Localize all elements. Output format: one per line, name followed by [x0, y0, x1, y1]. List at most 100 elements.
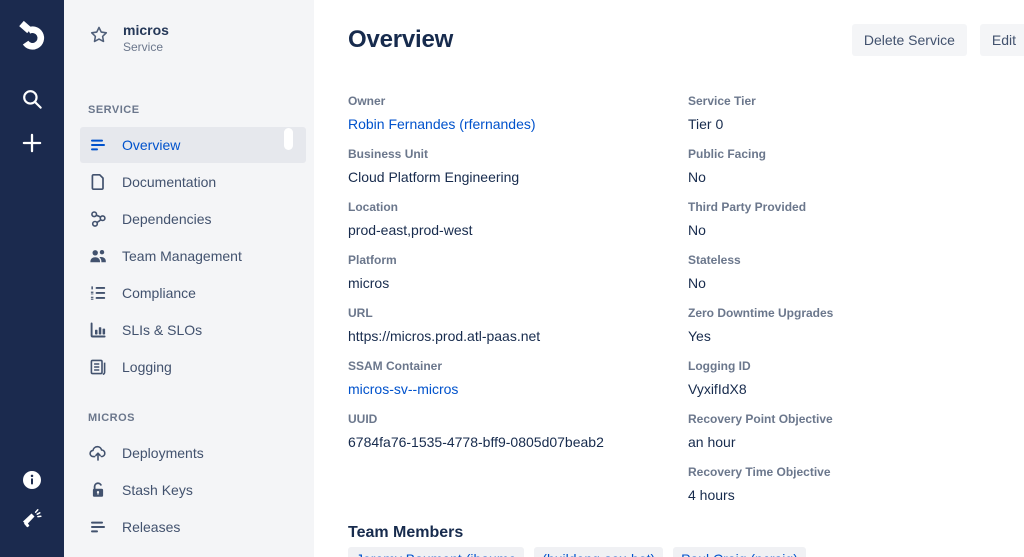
field-service-tier: Service Tier Tier 0 [688, 94, 1024, 134]
sidebar-item-releases[interactable]: Releases [80, 509, 306, 545]
field-third-party-provided: Third Party Provided No [688, 200, 1024, 240]
edit-button[interactable]: Edit [980, 24, 1024, 56]
favorite-star-icon[interactable] [88, 24, 110, 46]
field-label: Platform [348, 253, 688, 268]
team-members-list: Jeremy Baument (jbaume (buildeng-sox-bot… [348, 547, 1024, 557]
field-label: URL [348, 306, 688, 321]
details-column-right: Service Tier Tier 0 Public Facing No Thi… [688, 94, 1024, 518]
team-member-chip[interactable]: Paul Craig (pcraig) [673, 547, 806, 557]
sidebar-item-stash-keys[interactable]: Stash Keys [80, 472, 306, 508]
field-value: Tier 0 [688, 114, 1024, 134]
service-subtitle: Service [123, 40, 169, 55]
field-value: micros [348, 273, 688, 293]
sidebar-item-label: Documentation [122, 174, 216, 190]
field-recovery-point-objective: Recovery Point Objective an hour [688, 412, 1024, 452]
sidebar-item-deployments[interactable]: Deployments [80, 435, 306, 471]
field-logging-id: Logging ID VyxifIdX8 [688, 359, 1024, 399]
field-label: Service Tier [688, 94, 1024, 109]
linked-nodes-icon [88, 209, 108, 229]
field-ssam-container: SSAM Container micros-sv--micros [348, 359, 688, 399]
field-label: Owner [348, 94, 688, 109]
sidebar-item-label: Team Management [122, 248, 242, 264]
field-label: Stateless [688, 253, 1024, 268]
field-value: No [688, 167, 1024, 187]
field-value: No [688, 273, 1024, 293]
field-business-unit: Business Unit Cloud Platform Engineering [348, 147, 688, 187]
people-group-icon [88, 246, 108, 266]
page-title: Overview [348, 26, 453, 54]
field-value: https://micros.prod.atl-paas.net [348, 326, 688, 346]
section-heading: MICROS [64, 411, 314, 425]
padlock-icon [88, 480, 108, 500]
sidebar-item-team-management[interactable]: Team Management [80, 238, 306, 274]
team-members-section: Team Members Jeremy Baument (jbaume (bui… [348, 523, 1024, 557]
sidebar-item-label: Stash Keys [122, 482, 193, 498]
details-column-left: Owner Robin Fernandes (rfernandes) Busin… [348, 94, 688, 518]
field-value: prod-east,prod-west [348, 220, 688, 240]
field-stateless: Stateless No [688, 253, 1024, 293]
field-label: Third Party Provided [688, 200, 1024, 215]
sidebar-item-compliance[interactable]: Compliance [80, 275, 306, 311]
field-label: UUID [348, 412, 688, 427]
field-public-facing: Public Facing No [688, 147, 1024, 187]
field-url: URL https://micros.prod.atl-paas.net [348, 306, 688, 346]
field-platform: Platform micros [348, 253, 688, 293]
sidebar-item-label: Deployments [122, 445, 204, 461]
ordered-list-icon [88, 283, 108, 303]
overview-page: Overview Delete Service Edit Owner Robin… [314, 0, 1024, 557]
field-owner: Owner Robin Fernandes (rfernandes) [348, 94, 688, 134]
global-navigation-rail [0, 0, 64, 557]
log-document-icon [88, 357, 108, 377]
sidebar-item-label: Overview [122, 137, 180, 153]
sidebar-item-label: Logging [122, 359, 172, 375]
field-label: SSAM Container [348, 359, 688, 374]
create-plus-icon[interactable] [19, 130, 45, 156]
field-label: Recovery Point Objective [688, 412, 1024, 427]
sidebar-item-dependencies[interactable]: Dependencies [80, 201, 306, 237]
field-value: Yes [688, 326, 1024, 346]
ssam-container-link[interactable]: micros-sv--micros [348, 379, 458, 399]
release-lines-icon [88, 517, 108, 537]
sidebar-item-documentation[interactable]: Documentation [80, 164, 306, 200]
sidebar-section-micros: MICROS Deployments Stash Keys [64, 411, 314, 545]
field-label: Business Unit [348, 147, 688, 162]
field-label: Recovery Time Objective [688, 465, 1024, 480]
field-label: Logging ID [688, 359, 1024, 374]
field-location: Location prod-east,prod-west [348, 200, 688, 240]
overview-lines-icon [88, 135, 108, 155]
field-uuid: UUID 6784fa76-1535-4778-bff9-0805d07beab… [348, 412, 688, 452]
field-value: Cloud Platform Engineering [348, 167, 688, 187]
page-actions: Delete Service Edit [852, 24, 1024, 56]
app-logo-icon[interactable] [14, 18, 50, 54]
info-icon[interactable] [22, 470, 42, 490]
field-value: 4 hours [688, 485, 1024, 505]
team-members-heading: Team Members [348, 523, 1024, 543]
sidebar-item-label: SLIs & SLOs [122, 322, 202, 338]
field-value: 6784fa76-1535-4778-bff9-0805d07beab2 [348, 432, 688, 452]
field-value: an hour [688, 432, 1024, 452]
field-value: No [688, 220, 1024, 240]
field-label: Location [348, 200, 688, 215]
delete-service-button[interactable]: Delete Service [852, 24, 967, 56]
page-header: Overview Delete Service Edit [348, 24, 1024, 56]
field-recovery-time-objective: Recovery Time Objective 4 hours [688, 465, 1024, 505]
sidebar-item-overview[interactable]: Overview [80, 127, 306, 163]
field-zero-downtime-upgrades: Zero Downtime Upgrades Yes [688, 306, 1024, 346]
section-heading: SERVICE [64, 103, 314, 117]
team-member-chip[interactable]: Jeremy Baument (jbaume [348, 547, 524, 557]
service-details: Owner Robin Fernandes (rfernandes) Busin… [348, 94, 1024, 518]
owner-link[interactable]: Robin Fernandes (rfernandes) [348, 114, 536, 134]
document-page-icon [88, 172, 108, 192]
team-member-chip[interactable]: (buildeng-sox-bot) [534, 547, 663, 557]
service-header: micros Service [64, 22, 314, 55]
sidebar-section-service: SERVICE Overview Documentation [64, 103, 314, 385]
sidebar-item-logging[interactable]: Logging [80, 349, 306, 385]
field-label: Public Facing [688, 147, 1024, 162]
service-sidebar: micros Service SERVICE Overview Docume [64, 0, 314, 557]
search-icon[interactable] [19, 86, 45, 112]
sidebar-item-slis-slos[interactable]: SLIs & SLOs [80, 312, 306, 348]
sidebar-scrollbar-thumb[interactable] [284, 128, 293, 150]
announcements-megaphone-icon[interactable] [20, 507, 44, 531]
cloud-upload-icon [88, 443, 108, 463]
sidebar-item-label: Compliance [122, 285, 196, 301]
